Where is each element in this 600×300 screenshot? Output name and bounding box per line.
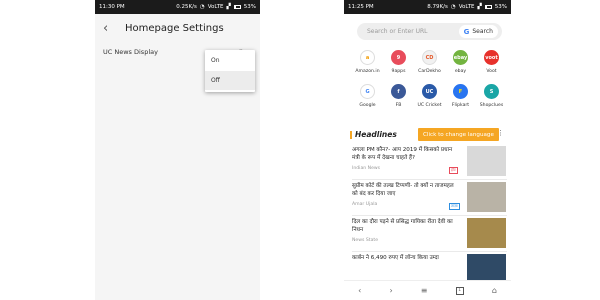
popup-option-on[interactable]: On xyxy=(205,51,255,70)
wifi-icon: ◔ xyxy=(450,4,456,10)
shortcut-tile[interactable]: CD CarDekho xyxy=(414,50,445,74)
news-source: News State xyxy=(352,238,379,243)
page-title: Homepage Settings xyxy=(125,22,224,34)
signal-icon: ▞ xyxy=(477,4,482,10)
headlines-accent xyxy=(350,130,352,139)
menu-icon[interactable]: ≡ xyxy=(421,286,428,295)
shortcut-logo-icon: G xyxy=(360,84,375,99)
status-speed: 0.25K/s xyxy=(176,4,197,10)
shortcut-tile[interactable]: a Amazon.in xyxy=(352,50,383,74)
shortcut-logo-icon: a xyxy=(360,50,375,65)
shortcut-label: Amazon.in xyxy=(355,69,380,74)
forward-icon[interactable]: › xyxy=(389,286,392,295)
shortcut-logo-icon: 9 xyxy=(391,50,406,65)
search-button[interactable]: G Search xyxy=(458,25,498,38)
shortcut-tile[interactable]: 9 9apps xyxy=(383,50,414,74)
news-item[interactable]: सुप्रीम कोर्ट की तल्ख टिप्पणी- तो क्यों … xyxy=(352,182,507,216)
more-vertical-icon[interactable]: ⋮ xyxy=(497,129,504,137)
status-network: VoLTE xyxy=(458,4,475,10)
headlines-title: Headlines xyxy=(355,130,397,139)
status-bar: 11:30 PM 0.25K/s ◔ VoLTE ▞ 53% xyxy=(95,0,260,14)
shortcut-label: Shopclues xyxy=(479,103,504,108)
headlines-header: Headlines Click to change language ⋮ xyxy=(350,127,510,142)
shortcut-label: Google xyxy=(359,103,376,108)
shortcut-tile[interactable]: G Google xyxy=(352,84,383,108)
signal-icon: ▞ xyxy=(226,4,231,10)
news-thumbnail xyxy=(467,218,506,248)
news-title: सुप्रीम कोर्ट की तल्ख टिप्पणी- तो क्यों … xyxy=(352,183,454,197)
google-icon: G xyxy=(463,27,470,36)
status-network: VoLTE xyxy=(207,4,224,10)
news-divider xyxy=(352,179,507,180)
tabs-count: 1 xyxy=(458,288,462,293)
shortcut-label: UC Cricket xyxy=(417,103,442,108)
shortcut-logo-icon: ebay xyxy=(453,50,468,65)
back-icon[interactable]: ‹ xyxy=(358,286,361,295)
shortcut-tile[interactable]: ebay ebay xyxy=(445,50,476,74)
shortcut-tile[interactable]: f FB xyxy=(383,84,414,108)
option-popup-menu: On Off xyxy=(205,50,255,92)
status-speed: 8.79K/s xyxy=(427,4,448,10)
news-divider xyxy=(352,251,507,252)
status-time: 11:25 PM xyxy=(348,4,374,10)
news-title: अगला PM कौन?- आप 2019 में किसको प्रधान म… xyxy=(352,147,453,161)
news-thumbnail xyxy=(467,146,506,176)
battery-icon xyxy=(233,5,241,9)
shortcut-label: Flipkart xyxy=(451,103,470,108)
shortcut-tile[interactable]: UC UC Cricket xyxy=(414,84,445,108)
news-title: दिल का दौरा पड़ने से प्रसिद्ध गायिका रीत… xyxy=(352,219,453,233)
tabs-icon[interactable]: 1 xyxy=(455,286,464,295)
search-placeholder: Search or Enter URL xyxy=(367,28,428,35)
shortcut-logo-icon: F xyxy=(453,84,468,99)
status-bar: 11:25 PM 8.79K/s ◔ VoLTE ▞ 53% xyxy=(344,0,511,14)
change-language-button[interactable]: Click to change language xyxy=(418,128,499,141)
news-divider xyxy=(352,215,507,216)
bottom-nav-bar: ‹ › ≡ 1 ⌂ xyxy=(344,280,511,300)
news-badge: हॉट xyxy=(449,167,458,174)
settings-header: ‹ Homepage Settings xyxy=(95,14,260,42)
shortcut-label: Voot xyxy=(486,69,497,74)
shortcut-tile[interactable]: voot Voot xyxy=(476,50,507,74)
news-source: Indian News xyxy=(352,166,381,171)
popup-option-off[interactable]: Off xyxy=(205,71,255,90)
shortcut-label: ebay xyxy=(454,69,467,74)
news-source: Amar Ujala xyxy=(352,202,378,207)
news-thumbnail xyxy=(467,182,506,212)
shortcut-logo-icon: S xyxy=(484,84,499,99)
shortcut-label: 9apps xyxy=(391,69,406,74)
shortcut-label: CarDekho xyxy=(418,69,441,74)
shortcut-logo-icon: f xyxy=(391,84,406,99)
search-input[interactable]: Search or Enter URL G Search xyxy=(357,23,502,40)
search-button-label: Search xyxy=(472,28,493,35)
shortcut-tile[interactable]: F Flipkart xyxy=(445,84,476,108)
back-arrow-icon[interactable]: ‹ xyxy=(103,22,117,35)
settings-screen: 11:30 PM 0.25K/s ◔ VoLTE ▞ 53% ‹ Homepag… xyxy=(95,0,260,300)
battery-icon xyxy=(484,5,492,9)
home-icon[interactable]: ⌂ xyxy=(492,286,497,295)
status-battery: 53% xyxy=(494,4,507,10)
browser-home-screen: 11:25 PM 8.79K/s ◔ VoLTE ▞ 53% Search or… xyxy=(344,0,511,300)
news-title: कार्बन ने 6,490 रुपए में लॉन्च किया उम्द… xyxy=(352,255,439,261)
news-item[interactable]: अगला PM कौन?- आप 2019 में किसको प्रधान म… xyxy=(352,146,507,180)
shortcut-logo-icon: UC xyxy=(422,84,437,99)
shortcut-logo-icon: voot xyxy=(484,50,499,65)
wifi-icon: ◔ xyxy=(199,4,205,10)
shortcut-logo-icon: CD xyxy=(422,50,437,65)
setting-label: UC News Display xyxy=(103,48,158,56)
shortcut-label: FB xyxy=(395,103,402,108)
quick-access-grid: a Amazon.in 9 9apps CD CarDekho ebay ebay voot Vo… xyxy=(352,50,507,108)
status-time: 11:30 PM xyxy=(99,4,125,10)
news-item[interactable]: दिल का दौरा पड़ने से प्रसिद्ध गायिका रीत… xyxy=(352,218,507,252)
news-badge: ताज़ा xyxy=(449,203,460,210)
shortcut-tile[interactable]: S Shopclues xyxy=(476,84,507,108)
status-battery: 53% xyxy=(243,4,256,10)
